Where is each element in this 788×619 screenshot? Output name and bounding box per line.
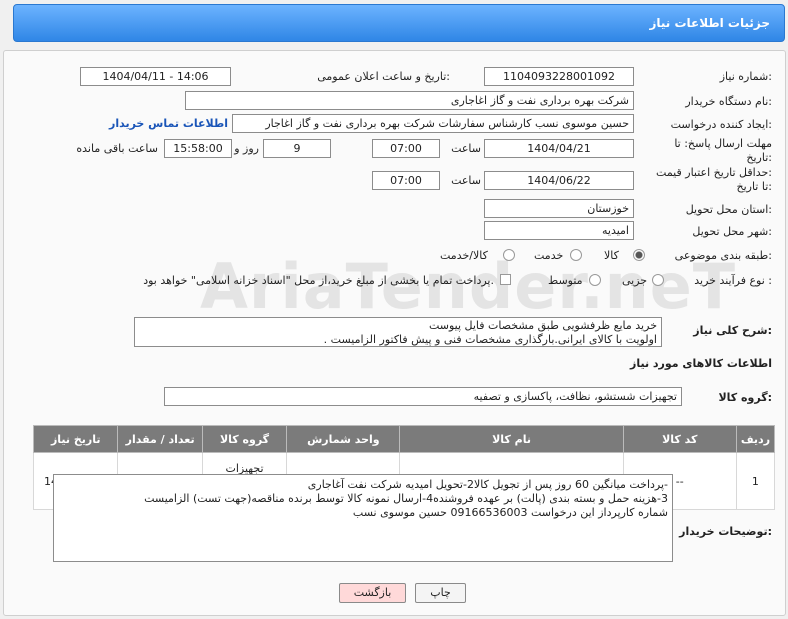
- col-header-unit: واحد شمارش: [286, 425, 401, 453]
- category-option-service: خدمت: [534, 249, 564, 262]
- cell-row-number: 1: [735, 452, 776, 510]
- treasury-checkbox[interactable]: [500, 274, 511, 285]
- category-option-goods-service: کالا/خدمت: [440, 249, 488, 262]
- reply-time-field[interactable]: 07:00: [372, 139, 440, 158]
- need-number-field[interactable]: 1104093228001092: [484, 67, 634, 86]
- purchase-option-minor: جزیی: [622, 274, 648, 287]
- col-header-name: نام کالا: [399, 425, 624, 453]
- category-radio-goods[interactable]: [633, 249, 645, 261]
- reply-time-label: ساعت: [451, 142, 481, 155]
- city-label: شهر محل تحویل:: [692, 225, 772, 238]
- col-header-date: تاریخ نیاز: [32, 425, 119, 453]
- reply-date-field[interactable]: 1404/04/21: [484, 139, 634, 158]
- announce-datetime-field[interactable]: 1404/04/11 - 14:06: [80, 67, 231, 86]
- category-radio-goods-service[interactable]: [503, 249, 515, 261]
- requester-field[interactable]: حسین موسوی نسب کارشناس سفارشات شرکت بهره…: [232, 114, 634, 133]
- col-header-code: کد کالا: [622, 425, 737, 453]
- remaining-time-label: ساعت باقی مانده: [76, 142, 158, 155]
- back-button[interactable]: بازگشت: [339, 583, 406, 603]
- page-header: جزئیات اطلاعات نیاز: [13, 4, 785, 42]
- category-radio-service[interactable]: [570, 249, 582, 261]
- description-field[interactable]: خرید مایع ظرفشویی طبق مشخصات فایل پیوست …: [134, 317, 662, 347]
- need-number-label: شماره نیاز:: [719, 70, 772, 83]
- category-label: طبقه بندی موضوعی:: [674, 249, 772, 262]
- buyer-contact-link[interactable]: اطلاعات تماس خریدار: [109, 117, 228, 130]
- treasury-checkbox-text: پرداخت تمام یا بخشی از مبلغ خرید،از محل …: [143, 274, 494, 287]
- requester-label: ایجاد کننده درخواست:: [670, 118, 772, 131]
- goods-group-field[interactable]: تجهیزات شستشو، نظافت، پاکسازی و تصفیه: [164, 387, 682, 406]
- price-validity-label: حداقل تاریخ اعتبار قیمت:: [656, 166, 772, 179]
- col-header-group: گروه کالا: [201, 425, 288, 453]
- price-validity-date-field[interactable]: 1404/06/22: [484, 171, 634, 190]
- price-validity-label-date: تا تاریخ:: [736, 180, 772, 193]
- announce-datetime-label: تاریخ و ساعت اعلان عمومی:: [317, 70, 450, 83]
- col-header-row: ردیف: [735, 425, 776, 453]
- remaining-time-field[interactable]: 15:58:00: [164, 139, 232, 158]
- purchase-type-label: نوع فرآیند خرید :: [694, 274, 772, 287]
- print-button[interactable]: چاپ: [415, 583, 466, 603]
- goods-group-label: گروه کالا:: [718, 391, 772, 404]
- buyer-notes-field[interactable]: -پرداخت میانگین 60 روز پس از تجویل کالا2…: [53, 474, 673, 562]
- col-header-qty: تعداد / مقدار: [117, 425, 203, 453]
- category-option-goods: کالا: [604, 249, 619, 262]
- reply-days-label: روز و: [234, 142, 259, 155]
- purchase-radio-minor[interactable]: [652, 274, 664, 286]
- buyer-notes-label: توضیحات خریدار:: [679, 525, 772, 538]
- reply-deadline-label: مهلت ارسال پاسخ: تا: [674, 137, 772, 150]
- province-field[interactable]: خوزستان: [484, 199, 634, 218]
- buyer-org-field[interactable]: شرکت بهره برداری نفت و گاز اغاجاری: [185, 91, 634, 110]
- page-title: جزئیات اطلاعات نیاز: [649, 16, 770, 30]
- reply-deadline-label-date: تاریخ:: [746, 151, 772, 164]
- price-validity-time-label: ساعت: [451, 174, 481, 187]
- purchase-radio-medium[interactable]: [589, 274, 601, 286]
- city-field[interactable]: امیدیه: [484, 221, 634, 240]
- province-label: استان محل تحویل:: [685, 203, 772, 216]
- items-table-header-row: ردیف کد کالا نام کالا واحد شمارش گروه کا…: [32, 425, 776, 453]
- purchase-option-medium: متوسط: [548, 274, 583, 287]
- goods-section-title: اطلاعات کالاهای مورد نیاز: [630, 357, 772, 370]
- reply-days-field[interactable]: 9: [263, 139, 331, 158]
- description-label: شرح کلی نیاز:: [693, 324, 772, 337]
- price-validity-time-field[interactable]: 07:00: [372, 171, 440, 190]
- buyer-org-label: نام دستگاه خریدار:: [685, 95, 772, 108]
